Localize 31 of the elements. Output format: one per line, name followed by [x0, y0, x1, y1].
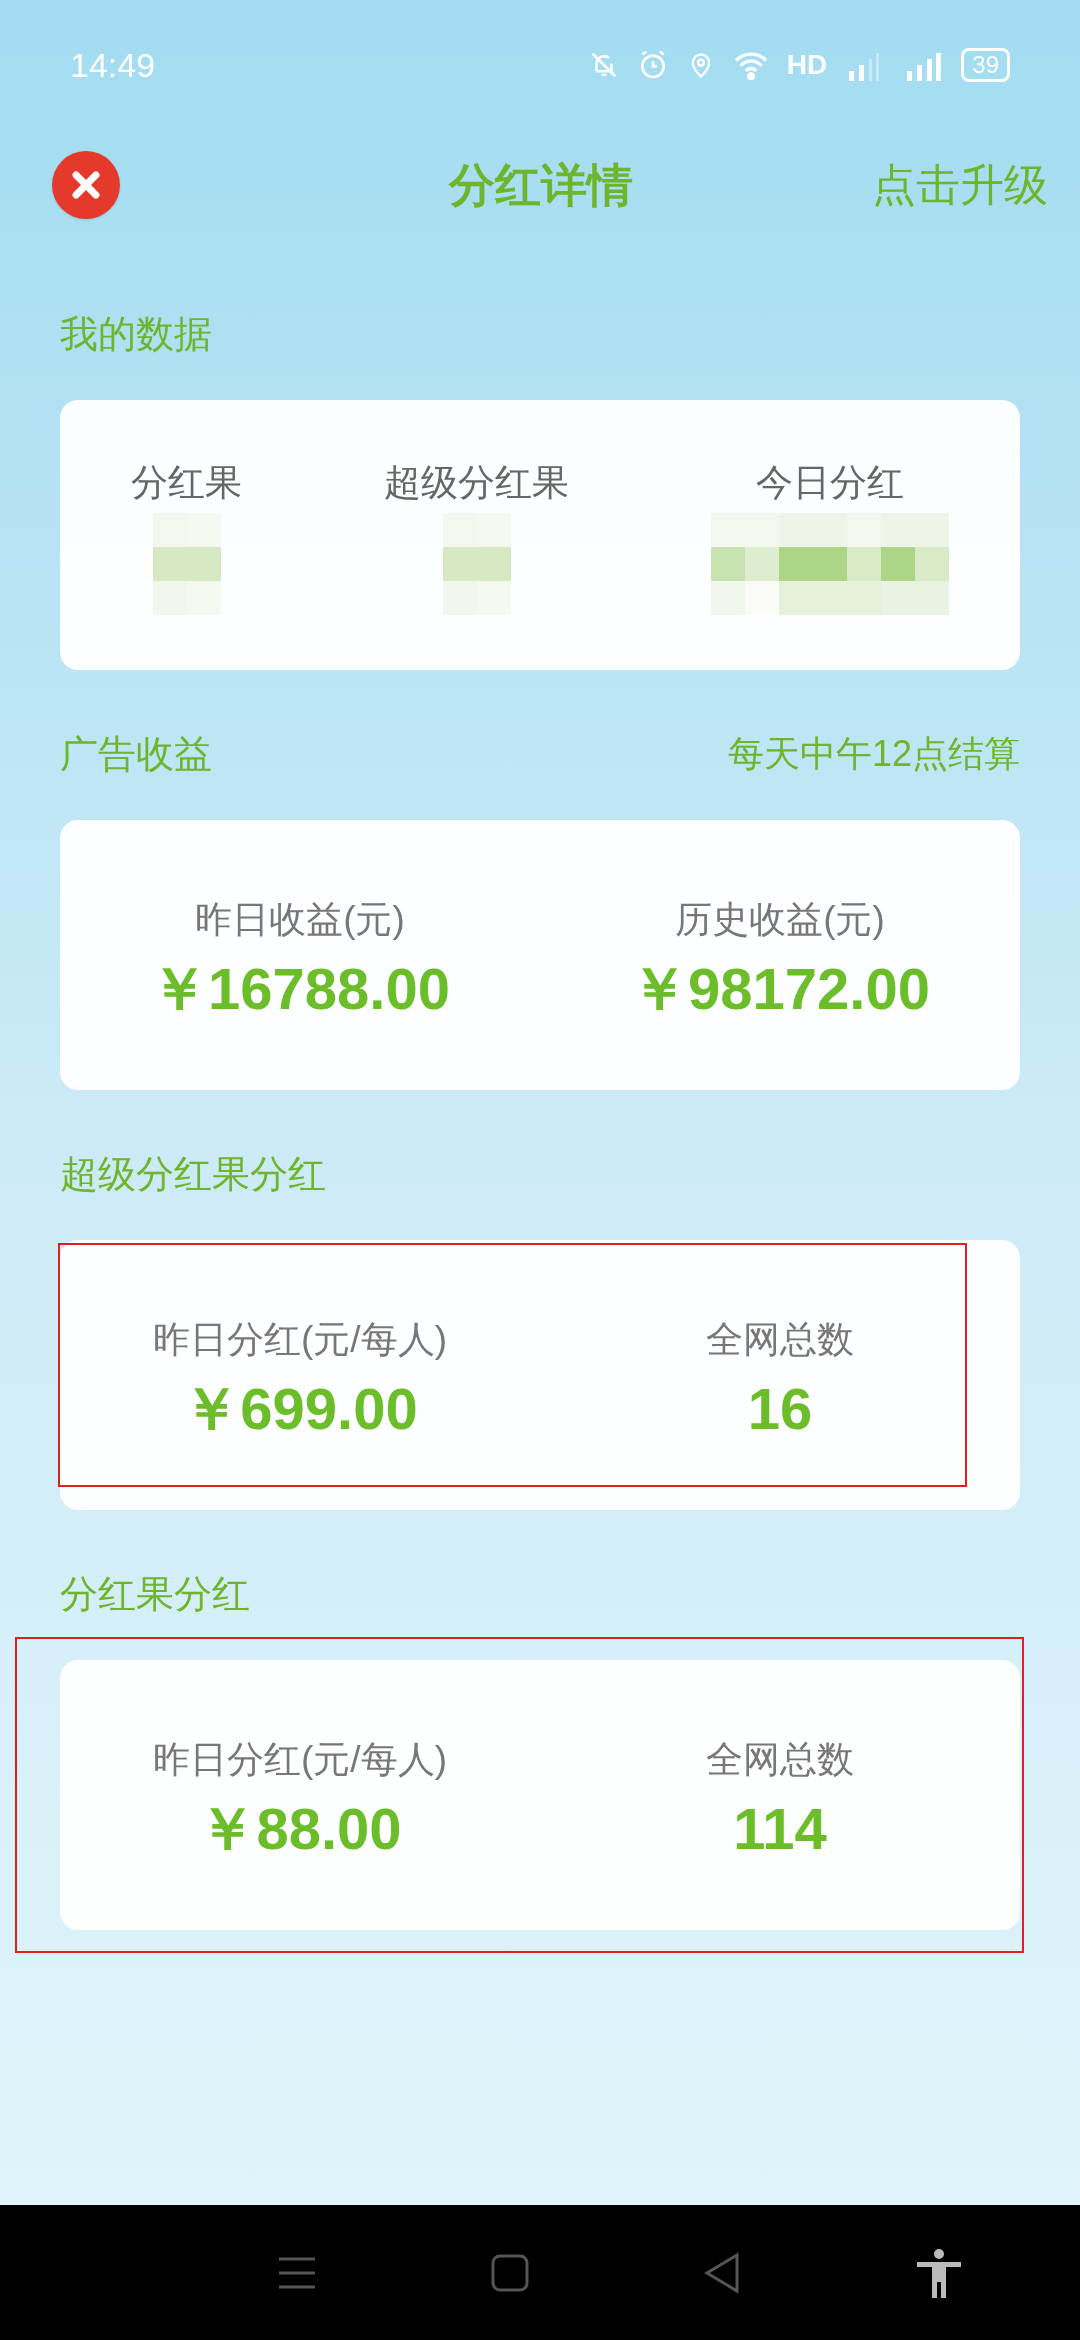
amount-value: ￥88.00: [198, 1799, 402, 1858]
stat-label: 今日分红: [756, 461, 904, 506]
close-button[interactable]: [52, 151, 120, 219]
amount-value: ￥98172.00: [630, 959, 930, 1018]
amount-label: 昨日收益(元): [195, 898, 405, 943]
wifi-icon: [732, 50, 769, 80]
section-title: 超级分红果分红: [60, 1151, 326, 1197]
amount-label: 昨日分红(元/每人): [153, 1318, 447, 1363]
section-title: 我的数据: [60, 311, 212, 357]
upgrade-link[interactable]: 点击升级: [872, 152, 1048, 218]
amount-value: ￥16788.00: [150, 959, 450, 1018]
page-title: 分红详情: [447, 157, 634, 213]
stat-label: 分红果: [131, 461, 242, 506]
amount-label: 全网总数: [706, 1318, 854, 1363]
amount-label: 昨日分红(元/每人): [153, 1738, 447, 1783]
stat-label: 超级分红果: [384, 461, 569, 506]
accessibility-icon[interactable]: [915, 2247, 963, 2298]
battery-indicator: 39: [961, 48, 1010, 82]
section-title: 分红果分红: [60, 1571, 250, 1617]
close-icon: [69, 168, 103, 202]
network-label: HD: [786, 48, 828, 82]
status-time: 14:49: [70, 44, 156, 86]
settlement-note: 每天中午12点结算: [727, 732, 1020, 776]
back-icon[interactable]: [703, 2251, 741, 2294]
home-icon[interactable]: [491, 2253, 529, 2292]
section-title: 广告收益: [60, 731, 212, 777]
amount-value: 114: [733, 1799, 827, 1858]
amount-value: ￥699.00: [182, 1379, 418, 1438]
amount-label: 全网总数: [706, 1738, 854, 1783]
amount-value: 16: [747, 1379, 813, 1438]
amount-label: 历史收益(元): [675, 898, 885, 943]
